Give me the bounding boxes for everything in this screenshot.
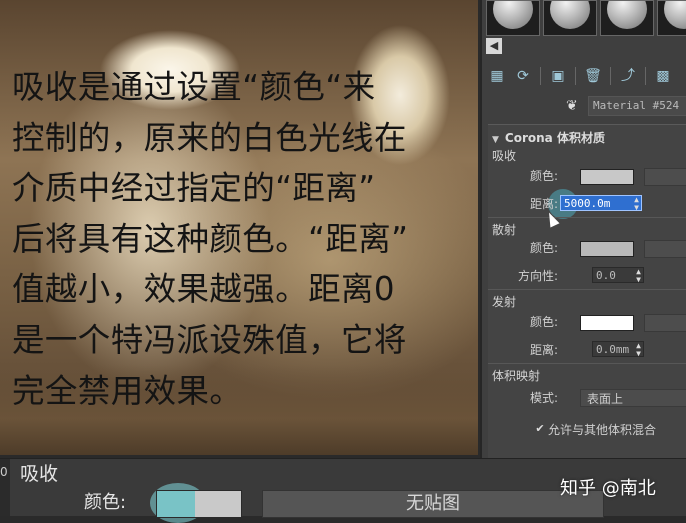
caption-line: 介质中经过指定的“距离” [12,169,376,208]
emission-color-label: 颜色: [529,315,558,329]
put-to-scene-icon[interactable]: ⟳ [514,67,532,85]
absorption-color-map-slot[interactable] [644,168,686,186]
chevron-left-icon[interactable]: ◀ [486,38,502,54]
volume-mapping-group-label: 体积映射 [492,369,541,383]
section-divider [488,217,686,218]
emission-color-swatch[interactable] [580,315,634,331]
caption-line: 是一个特冯派设殊值，它将 [12,320,407,359]
caption-line: 值越小，效果越强。距离0 [12,270,395,309]
emission-distance-spinner[interactable]: 0.0mm ▲ ▼ [592,341,644,358]
scattering-direction-value: 0.0 [596,269,616,282]
caption-line: 吸收是通过设置“颜色“来 [12,68,376,106]
bottom-absorption-title: 吸收 [20,463,59,485]
material-name-row: ❦ Material #524 [566,96,686,116]
rollout-header[interactable]: ▼ Corona 体积材质 [492,129,605,146]
watermark-text: 知乎 @南北 [560,478,656,499]
editor-toolbar: ▦ ⟳ ▣ 🗑 ⤴ ▩ [488,64,686,88]
get-material-icon[interactable]: ▦ [488,67,506,85]
caption-text: 吸收是通过设置“颜色“来 控制的，原来的白色光线在 介质中经过指定的“距离” 后… [12,62,474,416]
toolbar-divider [540,67,541,85]
scattering-direction-label: 方向性: [517,269,558,283]
spinner-arrows-icon[interactable]: ▲ ▼ [636,342,641,358]
material-editor-panel: ◀ ▦ ⟳ ▣ 🗑 ⤴ ▩ ❦ Material #524 ▼ Corona 体积… [480,0,686,459]
emission-distance-label: 距离: [529,343,558,357]
absorption-distance-spinner[interactable]: 5000.0m ▲ ▼ [560,195,642,212]
emission-group-label: 发射 [492,295,517,309]
caption-line: 完全禁用效果。 [12,371,243,410]
bottom-color-label: 颜色: [84,492,127,513]
sample-slots [486,0,686,36]
bottom-index-label: 0 [0,465,8,479]
toolbar-divider [610,67,611,85]
assign-material-icon[interactable]: ▣ [549,67,567,85]
sample-slot[interactable] [657,0,686,36]
toolbar-divider [645,67,646,85]
sample-slot[interactable] [486,0,540,36]
material-name-field[interactable]: Material #524 [588,96,686,116]
no-map-button[interactable]: 无贴图 [262,490,604,518]
checkmark-icon[interactable]: ✔ [534,423,546,435]
scattering-direction-spinner[interactable]: 0.0 ▲ ▼ [592,267,644,284]
scattering-color-map-slot[interactable] [644,240,686,258]
sample-slot[interactable] [543,0,597,36]
volume-mode-label: 模式: [529,391,558,405]
caption-line: 控制的，原来的白色光线在 [12,118,407,157]
show-map-icon[interactable]: ▩ [654,67,672,85]
absorption-color-label: 颜色: [529,169,558,183]
render-preview: 吸收是通过设置“颜色“来 控制的，原来的白色光线在 介质中经过指定的“距离” 后… [0,0,478,455]
delete-icon[interactable]: 🗑 [584,67,602,85]
volume-mode-dropdown[interactable]: 表面上 [580,389,686,407]
spinner-arrows-icon[interactable]: ▲ ▼ [634,196,639,212]
emission-distance-value: 0.0mm [596,343,630,356]
caption-line: 后将具有这种颜色。“距离” [12,219,409,258]
collapse-triangle-icon: ▼ [492,135,499,145]
absorption-distance-value: 5000.0m [564,197,611,210]
scattering-color-label: 颜色: [529,241,558,255]
volume-mix-checkbox-label[interactable]: 允许与其他体积混合 [548,421,656,438]
make-unique-icon[interactable]: ⤴ [619,67,637,85]
section-divider [488,289,686,290]
absorption-color-swatch[interactable] [580,169,634,185]
rollout-title: Corona 体积材质 [504,131,605,145]
absorption-distance-label: 距离: [529,197,558,211]
emission-color-map-slot[interactable] [644,314,686,332]
scattering-group-label: 散射 [492,223,517,237]
sample-slot[interactable] [600,0,654,36]
absorption-group-label: 吸收 [492,149,517,163]
bottom-color-swatch[interactable] [156,490,242,518]
section-divider [488,363,686,364]
spinner-arrows-icon[interactable]: ▲ ▼ [636,268,641,284]
eyedropper-icon[interactable]: ❦ [566,98,582,114]
toolbar-divider [575,67,576,85]
scattering-color-swatch[interactable] [580,241,634,257]
corona-volume-rollout: ▼ Corona 体积材质 吸收 颜色: 距离: 5000.0m ▲ ▼ 散射 颜色:… [488,124,686,459]
